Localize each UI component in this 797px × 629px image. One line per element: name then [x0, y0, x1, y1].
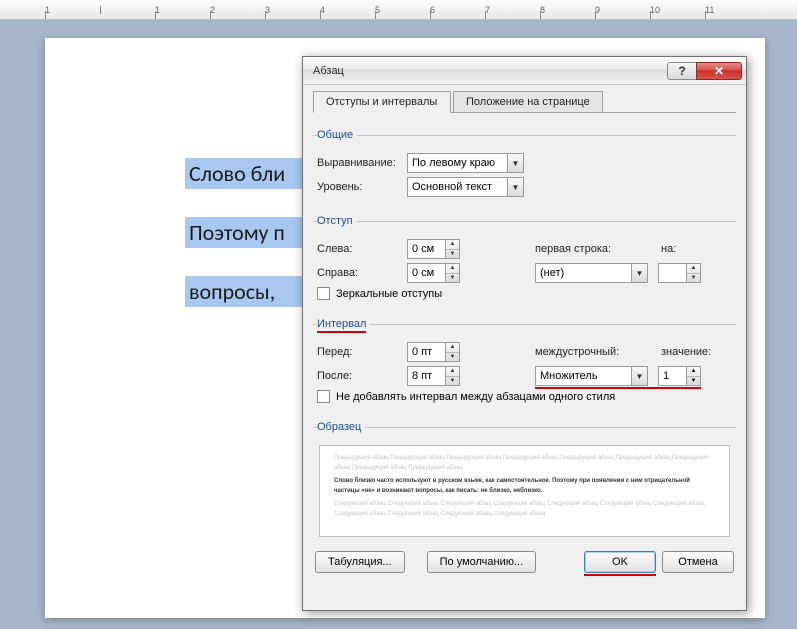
group-preview-legend: Образец: [317, 421, 365, 433]
tab-strip: Отступы и интервалы Положение на страниц…: [313, 91, 736, 117]
no-space-same-style-checkbox[interactable]: Не добавлять интервал между абзацами одн…: [317, 390, 732, 403]
spacing-at-value[interactable]: [658, 366, 686, 386]
spacing-after-spinner[interactable]: ▲▼: [407, 366, 460, 386]
spacing-after-label: После:: [317, 370, 407, 382]
default-button[interactable]: По умолчанию...: [427, 551, 537, 573]
no-space-same-style-label: Не добавлять интервал между абзацами одн…: [336, 391, 615, 403]
indent-right-label: Справа:: [317, 267, 407, 279]
chevron-down-icon[interactable]: ▼: [507, 177, 524, 197]
group-spacing: Интервал Перед: ▲▼ междустрочный: значен…: [313, 318, 736, 409]
level-value[interactable]: [407, 177, 507, 197]
checkbox-icon[interactable]: [317, 390, 330, 403]
indent-by-spinner[interactable]: ▲▼: [658, 263, 701, 283]
tab-page-position[interactable]: Положение на странице: [453, 91, 603, 113]
group-indent-legend: Отступ: [317, 215, 357, 227]
cancel-button[interactable]: Отмена: [662, 551, 734, 573]
linespacing-label: междустрочный:: [535, 346, 635, 358]
checkbox-icon[interactable]: [317, 287, 330, 300]
indent-by-value[interactable]: [658, 263, 686, 283]
spacing-before-spinner[interactable]: ▲▼: [407, 342, 460, 362]
button-bar: Табуляция... По умолчанию... OK Отмена: [313, 551, 736, 573]
preview-prev: Предыдущий абзац Предыдущий абзац Предыд…: [334, 454, 715, 473]
preview-box: Предыдущий абзац Предыдущий абзац Предыд…: [319, 445, 730, 537]
firstline-label: первая строка:: [535, 243, 635, 255]
chevron-down-icon[interactable]: ▼: [631, 263, 648, 283]
group-preview: Образец Предыдущий абзац Предыдущий абза…: [313, 421, 736, 541]
group-general-legend: Общие: [317, 129, 357, 141]
group-indent: Отступ Слева: ▲▼ первая строка: на: Спра…: [313, 215, 736, 306]
spacing-at-label: значение:: [661, 346, 713, 358]
chevron-down-icon[interactable]: ▼: [507, 153, 524, 173]
level-combo[interactable]: ▼: [407, 177, 524, 197]
spacing-before-value[interactable]: [407, 342, 445, 362]
group-spacing-legend: Интервал: [317, 318, 370, 330]
chevron-down-icon[interactable]: ▼: [631, 366, 648, 386]
dialog-titlebar[interactable]: Абзац ? ✕: [303, 57, 746, 85]
close-button[interactable]: ✕: [696, 62, 742, 80]
dialog-title: Абзац: [313, 65, 668, 77]
alignment-value[interactable]: [407, 153, 507, 173]
help-button[interactable]: ?: [667, 62, 697, 80]
linespacing-value[interactable]: [535, 366, 631, 386]
firstline-value[interactable]: [535, 263, 631, 283]
mirror-indents-checkbox[interactable]: Зеркальные отступы: [317, 287, 732, 300]
indent-right-value[interactable]: [407, 263, 445, 283]
level-label: Уровень:: [317, 181, 407, 193]
tabs-button[interactable]: Табуляция...: [315, 551, 405, 573]
firstline-combo[interactable]: ▼: [535, 263, 648, 283]
alignment-label: Выравнивание:: [317, 157, 407, 169]
spacing-after-value[interactable]: [407, 366, 445, 386]
indent-by-label: на:: [661, 243, 691, 255]
spacing-before-label: Перед:: [317, 346, 407, 358]
tab-indents-spacing[interactable]: Отступы и интервалы: [313, 91, 451, 113]
indent-left-label: Слева:: [317, 243, 407, 255]
indent-left-value[interactable]: [407, 239, 445, 259]
preview-next: Следующий абзац Следующий абзац Следующи…: [334, 500, 715, 519]
preview-main: Слово близко часто используют в русском …: [334, 477, 715, 496]
paragraph-dialog: Абзац ? ✕ Отступы и интервалы Положение …: [302, 56, 747, 611]
mirror-indents-label: Зеркальные отступы: [336, 288, 442, 300]
indent-right-spinner[interactable]: ▲▼: [407, 263, 460, 283]
indent-left-spinner[interactable]: ▲▼: [407, 239, 460, 259]
horizontal-ruler: 1 1 2 3 4 5 6 7 8 9 10 11: [0, 0, 797, 20]
alignment-combo[interactable]: ▼: [407, 153, 524, 173]
ok-button[interactable]: OK: [584, 551, 656, 573]
spacing-at-spinner[interactable]: ▲▼: [658, 366, 701, 386]
linespacing-combo[interactable]: ▼: [535, 366, 648, 386]
group-general: Общие Выравнивание: ▼ Уровень: ▼: [313, 129, 736, 203]
